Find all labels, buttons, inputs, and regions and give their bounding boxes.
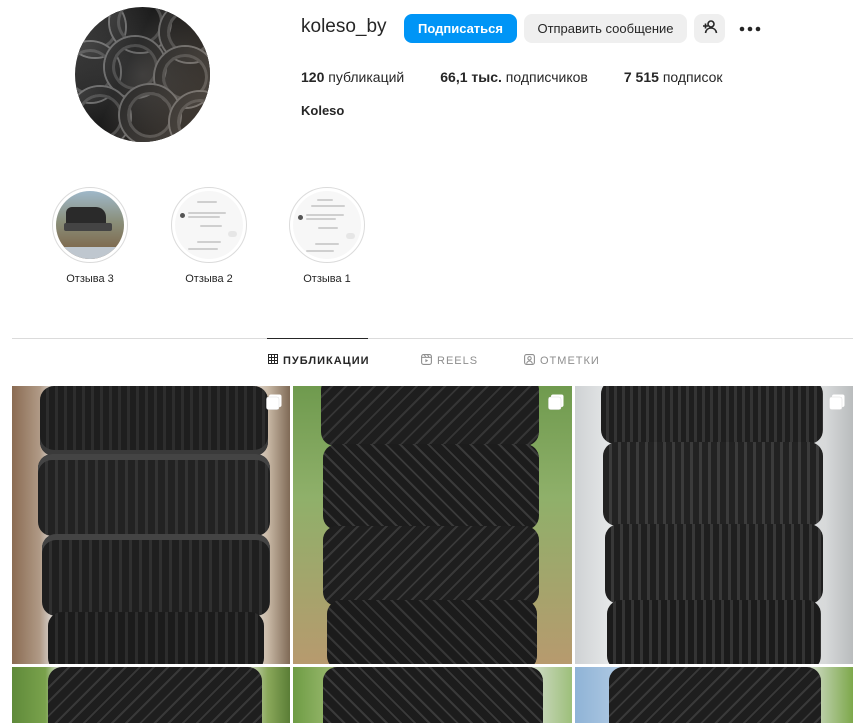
suggest-people-button[interactable] [694, 14, 725, 43]
multiple-photos-icon [548, 394, 564, 415]
tab-tagged[interactable]: ОТМЕТКИ [524, 354, 600, 368]
reels-icon [421, 354, 437, 368]
tab-label: REELS [437, 355, 479, 367]
grid-icon [268, 354, 283, 367]
post-tile-3[interactable] [575, 386, 853, 664]
post-tile-6[interactable] [575, 667, 853, 723]
post-tile-2[interactable] [293, 386, 572, 664]
highlight-label: Отзыва 1 [303, 273, 351, 285]
active-tab-indicator [267, 338, 368, 339]
profile-avatar[interactable] [75, 7, 210, 142]
highlight-otzyva-2[interactable]: Отзыва 2 [170, 187, 248, 285]
tab-label: ОТМЕТКИ [540, 355, 600, 367]
post-tile-4[interactable] [12, 667, 290, 723]
posts-count: 120 [301, 69, 325, 85]
posts-label: публикаций [328, 69, 405, 85]
highlight-otzyva-3[interactable]: Отзыва 3 [51, 187, 129, 285]
highlight-cover [289, 187, 365, 263]
tab-reels[interactable]: REELS [421, 354, 478, 368]
multiple-photos-icon [829, 394, 845, 415]
more-options-button[interactable] [738, 18, 762, 38]
followers-count: 66,1 тыс. [440, 69, 502, 85]
following-label: подписок [662, 69, 723, 85]
send-message-button[interactable]: Отправить сообщение [524, 14, 687, 43]
multiple-photos-icon [266, 394, 282, 415]
post-tile-5[interactable] [293, 667, 572, 723]
profile-fullname: Koleso [301, 103, 345, 118]
following-stat[interactable]: 7 515 подписок [624, 69, 723, 85]
more-dots-icon [739, 19, 761, 37]
tabs-divider [12, 338, 853, 339]
highlight-label: Отзыва 2 [185, 273, 233, 285]
highlight-label: Отзыва 3 [66, 273, 114, 285]
profile-stats: 120 публикаций 66,1 тыс. подписчиков 7 5… [301, 69, 759, 85]
add-person-icon [702, 19, 718, 38]
highlight-otzyva-1[interactable]: Отзыва 1 [288, 187, 366, 285]
tab-posts[interactable]: ПУБЛИКАЦИИ [268, 354, 370, 367]
followers-stat[interactable]: 66,1 тыс. подписчиков [440, 69, 588, 85]
tab-label: ПУБЛИКАЦИИ [283, 354, 370, 367]
follow-button[interactable]: Подписаться [404, 14, 517, 43]
highlight-cover [52, 187, 128, 263]
following-count: 7 515 [623, 69, 659, 85]
highlight-cover [171, 187, 247, 263]
profile-username: koleso_by [301, 16, 387, 37]
post-tile-1[interactable] [12, 386, 290, 664]
followers-label: подписчиков [505, 69, 588, 85]
posts-stat: 120 публикаций [301, 69, 404, 85]
tagged-icon [524, 354, 540, 368]
